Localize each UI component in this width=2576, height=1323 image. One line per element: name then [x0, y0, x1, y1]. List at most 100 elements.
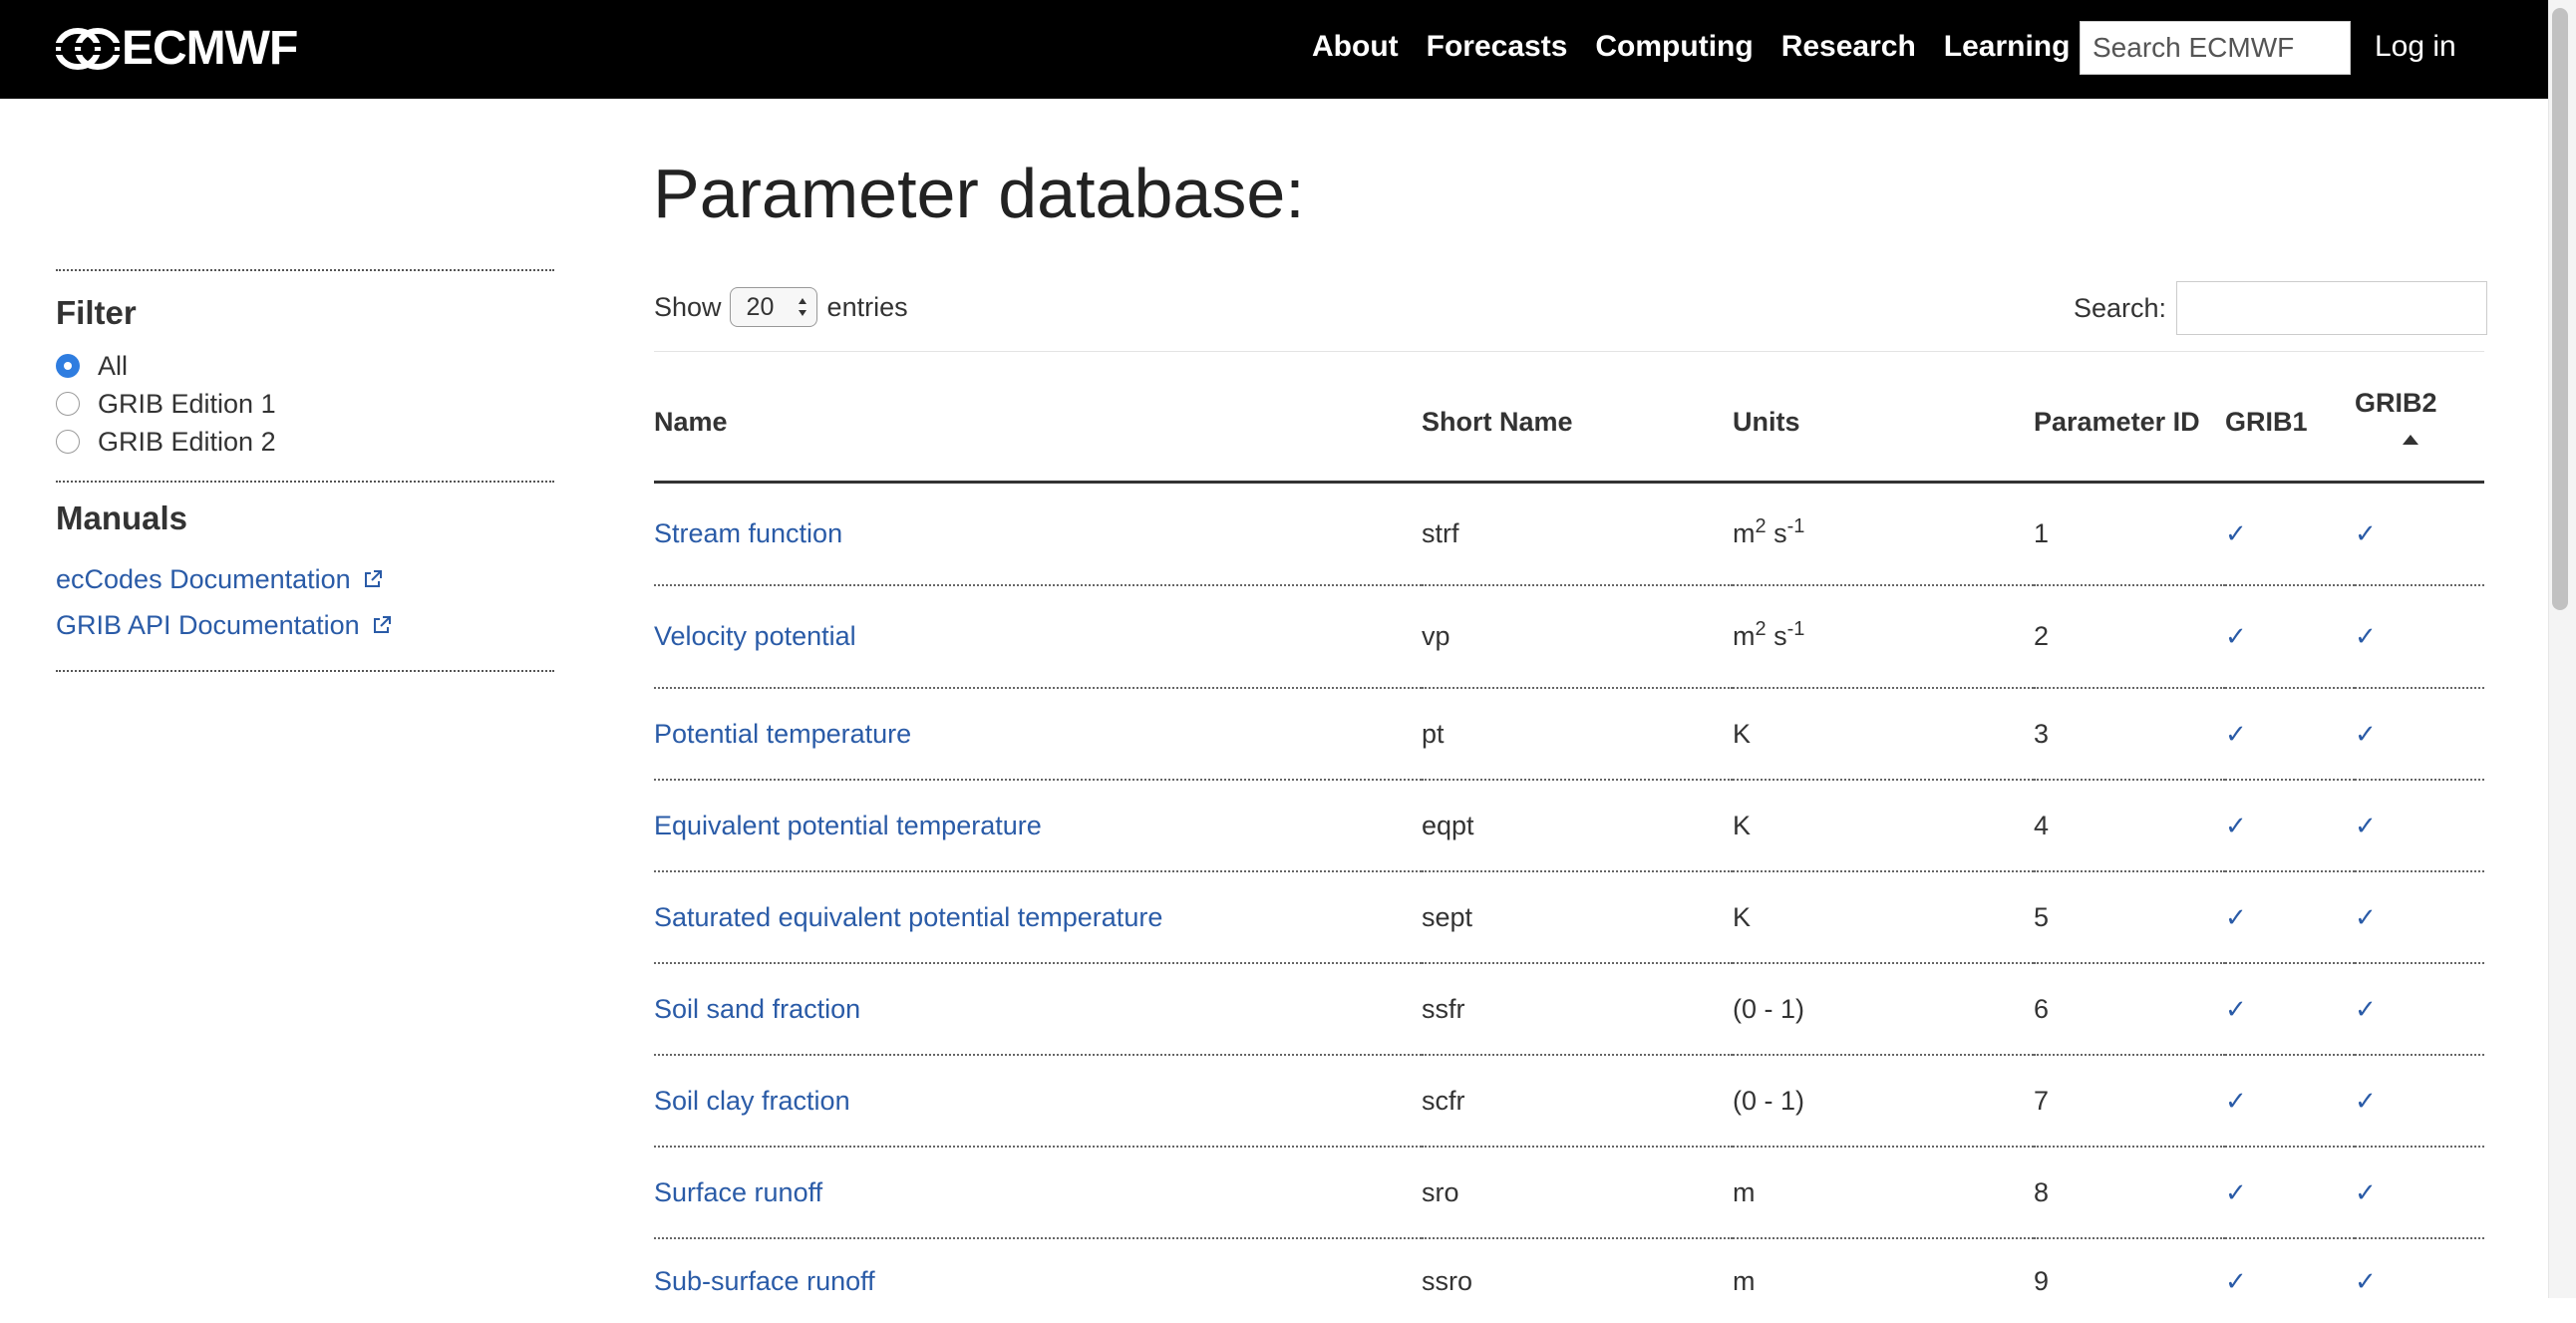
parameter-name-link[interactable]: Saturated equivalent potential temperatu…	[654, 902, 1162, 932]
grib1-check-icon: ✓	[2225, 1085, 2247, 1116]
parameter-id-cell: 9	[2034, 1265, 2050, 1296]
entries-per-page-select[interactable]: 20	[729, 287, 817, 327]
short-name-cell: ssfr	[1422, 963, 1733, 1056]
parameter-name-link[interactable]: Equivalent potential temperature	[654, 811, 1042, 840]
select-updown-icon	[798, 298, 806, 316]
manuals-heading: Manuals	[56, 499, 188, 536]
parameter-name-link[interactable]: Soil sand fraction	[654, 994, 860, 1024]
radio-selected-icon[interactable]	[56, 354, 80, 378]
parameter-id-cell: 4	[2034, 780, 2225, 872]
nav-item-learning[interactable]: Learning	[1944, 30, 2071, 64]
table-search-control: Search:	[2074, 281, 2488, 335]
parameter-name-link[interactable]: Velocity potential	[654, 621, 856, 651]
parameter-id-cell: 7	[2034, 1055, 2225, 1148]
table-header-row: Name Short Name Units Parameter ID GRIB1…	[654, 363, 2484, 484]
grib2-check-icon: ✓	[2355, 621, 2377, 651]
column-header-name[interactable]: Name	[654, 363, 1422, 484]
grib-api-documentation-link[interactable]: GRIB API Documentation	[56, 602, 554, 648]
parameter-table: Name Short Name Units Parameter ID GRIB1…	[654, 363, 2484, 1323]
column-header-grib2[interactable]: GRIB2	[2355, 363, 2484, 484]
short-name-cell: strf	[1422, 482, 1733, 586]
filter-option-label: All	[98, 350, 129, 381]
length-label-pre: Show	[654, 291, 722, 322]
filter-option-grib2[interactable]: GRIB Edition 2	[56, 423, 554, 461]
nav-item-computing[interactable]: Computing	[1595, 30, 1753, 64]
sidebar-divider	[56, 269, 554, 271]
column-header-parameter-id[interactable]: Parameter ID	[2034, 363, 2225, 484]
table-search-input[interactable]	[2176, 281, 2488, 335]
table-row: Soil sand fraction ssfr (0 - 1) 6 ✓ ✓	[654, 963, 2484, 1056]
units-cell: (0 - 1)	[1733, 1055, 2034, 1148]
table-row: Potential temperature pt K 3 ✓ ✓	[654, 688, 2484, 781]
parameter-name-link[interactable]: Stream function	[654, 518, 842, 548]
short-name-cell: scfr	[1422, 1055, 1733, 1148]
table-row: Saturated equivalent potential temperatu…	[654, 871, 2484, 964]
grib1-check-icon: ✓	[2225, 1176, 2247, 1207]
grib1-check-icon: ✓	[2225, 518, 2247, 548]
filter-option-label: GRIB Edition 2	[98, 426, 276, 457]
table-row: Surface runoff sro m 8 ✓ ✓	[654, 1147, 2484, 1239]
manual-link-label: ecCodes Documentation	[56, 563, 351, 594]
units-cell: m2 s-1	[1733, 585, 2034, 689]
parameter-id-cell: 8	[2034, 1147, 2225, 1239]
grib1-check-icon: ✓	[2225, 901, 2247, 932]
grib1-check-icon: ✓	[2225, 810, 2247, 840]
page-scrollbar-thumb[interactable]	[2552, 8, 2568, 610]
grib2-check-icon: ✓	[2355, 901, 2377, 932]
entries-length-control: Show 20 entries	[654, 287, 908, 327]
eccodes-documentation-link[interactable]: ecCodes Documentation	[56, 556, 554, 602]
units-cell: (0 - 1)	[1733, 963, 2034, 1056]
grib1-check-icon: ✓	[2225, 993, 2247, 1024]
units-cell: K	[1733, 871, 2034, 964]
filter-option-all[interactable]: All	[56, 347, 554, 385]
table-search-label: Search:	[2074, 292, 2167, 323]
parameter-name-link[interactable]: Surface runoff	[654, 1177, 822, 1207]
grib1-check-icon: ✓	[2225, 621, 2247, 651]
sort-ascending-icon	[2403, 434, 2418, 445]
short-name-cell: vp	[1422, 585, 1733, 689]
units-cell: m	[1733, 1147, 2034, 1239]
parameter-id-cell: 1	[2034, 482, 2225, 586]
controls-divider	[654, 351, 2484, 352]
nav-item-forecasts[interactable]: Forecasts	[1427, 30, 1568, 64]
site-search-input[interactable]	[2080, 21, 2351, 75]
units-cell: K	[1733, 688, 2034, 781]
login-link[interactable]: Log in	[2375, 26, 2456, 68]
grib2-check-icon: ✓	[2355, 518, 2377, 548]
manual-link-label: GRIB API Documentation	[56, 609, 360, 640]
entries-per-page-value: 20	[746, 292, 775, 321]
column-header-units[interactable]: Units	[1733, 363, 2034, 484]
grib2-check-icon: ✓	[2355, 1085, 2377, 1116]
grib1-check-icon: ✓	[2225, 1265, 2247, 1296]
page-title: Parameter database:	[653, 155, 1305, 232]
short-name-cell: sro	[1422, 1147, 1733, 1239]
filter-option-label: GRIB Edition 1	[98, 388, 276, 419]
table-row: Equivalent potential temperature eqpt K …	[654, 780, 2484, 872]
radio-unselected-icon[interactable]	[56, 430, 80, 454]
parameter-id-cell: 5	[2034, 871, 2225, 964]
units-cell: m2 s-1	[1733, 482, 2034, 586]
table-row: Soil clay fraction scfr (0 - 1) 7 ✓ ✓	[654, 1055, 2484, 1148]
nav-item-about[interactable]: About	[1312, 30, 1399, 64]
column-header-grib1[interactable]: GRIB1	[2225, 363, 2355, 484]
grib2-check-icon: ✓	[2355, 718, 2377, 749]
sidebar: Filter All GRIB Edition 1 GRIB Edition 2…	[56, 269, 554, 672]
filter-option-grib1[interactable]: GRIB Edition 1	[56, 385, 554, 423]
table-row: Velocity potential vp m2 s-1 2 ✓ ✓	[654, 585, 2484, 689]
filter-heading: Filter	[56, 294, 137, 331]
parameter-name-link[interactable]: Sub-surface runoff	[654, 1266, 875, 1296]
nav-item-research[interactable]: Research	[1781, 30, 1916, 64]
external-link-icon	[373, 616, 391, 633]
radio-unselected-icon[interactable]	[56, 392, 80, 416]
parameter-name-link[interactable]: Soil clay fraction	[654, 1086, 850, 1116]
parameter-name-link[interactable]: Potential temperature	[654, 719, 911, 749]
grib1-check-icon: ✓	[2225, 718, 2247, 749]
short-name-cell: ssro	[1422, 1265, 1473, 1296]
column-header-short-name[interactable]: Short Name	[1422, 363, 1733, 484]
table-row: Sub-surface runoff ssro m 9 ✓ ✓	[654, 1238, 2484, 1323]
ecmwf-logo-icon	[56, 28, 120, 70]
short-name-cell: sept	[1422, 871, 1733, 964]
logo-wordmark: ECMWF	[122, 22, 298, 75]
top-navigation-bar: ECMWF About Forecasts Computing Research…	[0, 0, 2548, 99]
ecmwf-logo[interactable]: ECMWF	[56, 22, 298, 75]
